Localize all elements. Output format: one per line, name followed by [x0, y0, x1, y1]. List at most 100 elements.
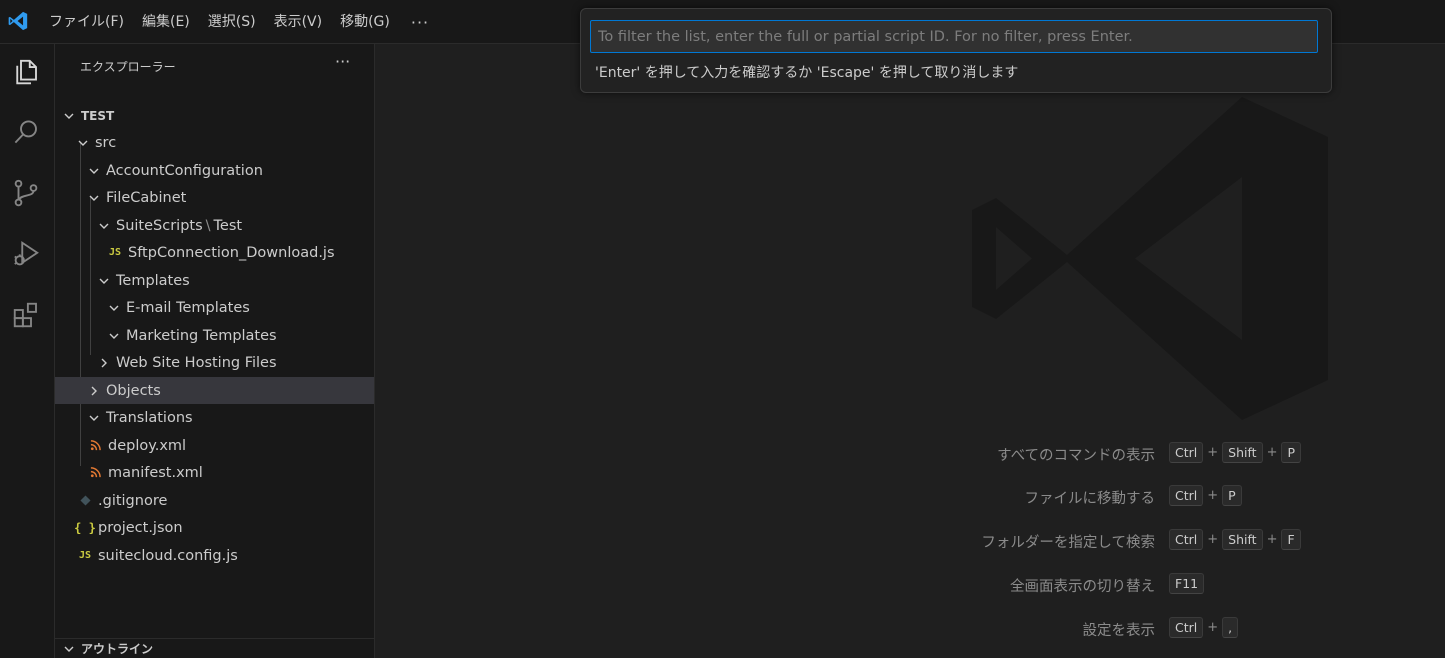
tree-item-manifest-xml[interactable]: manifest.xml [55, 459, 374, 486]
vscode-watermark-icon [972, 97, 1328, 420]
tree-item-objects[interactable]: Objects [55, 377, 374, 404]
keyboard-key: Ctrl [1169, 529, 1204, 550]
tree-item-label: Web Site Hosting Files [116, 354, 277, 371]
tree-item-label: SftpConnection_Download.js [128, 244, 335, 261]
chevron-down-icon [106, 328, 122, 344]
outline-title: アウトライン [81, 642, 154, 656]
keyboard-key: F [1281, 529, 1301, 550]
tree-item-suitescripts[interactable]: SuiteScripts \ Test [55, 212, 374, 239]
tree-item-marketing-templates[interactable]: Marketing Templates [55, 322, 374, 349]
extensions-icon[interactable] [8, 297, 44, 333]
menu-more-icon[interactable]: ··· [399, 13, 441, 32]
key-plus: + [1207, 620, 1219, 635]
chevron-down-icon [86, 410, 102, 426]
tree-item-suitecloud-config-js[interactable]: JS suitecloud.config.js [55, 542, 374, 569]
search-icon[interactable] [8, 114, 44, 150]
quick-input-widget: 'Enter' を押して入力を確認するか 'Escape' を押して取り消します [580, 8, 1332, 93]
path-separator: \ [205, 217, 211, 234]
shortcut-keys: F11 [1169, 573, 1205, 594]
editor-area: すべてのコマンドの表示 Ctrl + Shift + P ファイルに移動する Ctrl + P フォ… [375, 44, 1445, 658]
tree-item-label: Objects [106, 382, 161, 399]
explorer-icon[interactable] [8, 54, 44, 90]
chevron-down-icon [86, 190, 102, 206]
run-debug-icon[interactable] [8, 236, 44, 272]
chevron-down-icon [75, 135, 91, 151]
key-plus: + [1207, 488, 1219, 503]
vscode-logo-icon[interactable] [7, 10, 29, 32]
shortcut-label: フォルダーを指定して検索 [981, 535, 1155, 551]
explorer-more-icon[interactable]: ··· [335, 52, 350, 71]
shortcut-keys: Ctrl + Shift + P [1169, 442, 1302, 463]
chevron-down-icon [96, 218, 112, 234]
chevron-down-icon [86, 163, 102, 179]
tree-item-e-mail-templates[interactable]: E-mail Templates [55, 294, 374, 321]
menu-edit[interactable]: 編集(E) [133, 7, 199, 37]
keyboard-key: Ctrl [1169, 442, 1204, 463]
keyboard-key: Ctrl [1169, 617, 1204, 638]
tree-item-label: project.json [98, 519, 183, 536]
outline-section-header[interactable]: アウトライン [55, 638, 374, 658]
chevron-down-icon [61, 108, 77, 124]
activity-bar [0, 44, 55, 658]
shortcut-label: 設定を表示 [1082, 623, 1156, 639]
shortcut-keys: Ctrl +, [1169, 617, 1239, 638]
tree-item-project-json[interactable]: { } project.json [55, 514, 374, 541]
tree-item-accountconfiguration[interactable]: AccountConfiguration [55, 157, 374, 184]
tree-item-src[interactable]: src [55, 129, 374, 156]
tree-item-label-compact: Test [213, 217, 243, 234]
xml-file-icon [86, 465, 104, 481]
chevron-right-icon [86, 383, 102, 399]
json-file-icon: { } [74, 520, 96, 535]
shortcut-label: ファイルに移動する [1024, 491, 1156, 507]
tree-item-label: deploy.xml [108, 437, 187, 454]
tree-item-label: FileCabinet [106, 189, 187, 206]
shortcut-label: すべてのコマンドの表示 [997, 448, 1155, 464]
menu-view[interactable]: 表示(V) [265, 7, 332, 37]
tree-item-gitignore[interactable]: .gitignore [55, 487, 374, 514]
chevron-down-icon [106, 300, 122, 316]
key-plus: + [1266, 532, 1278, 547]
tree-item-test[interactable]: TEST [55, 102, 374, 129]
source-control-icon[interactable] [8, 175, 44, 211]
shortcut-keys: Ctrl + Shift + F [1169, 529, 1301, 550]
key-plus: + [1207, 445, 1219, 460]
explorer-sidebar: エクスプローラー ··· TEST src AccountConfiguration… [55, 44, 375, 658]
keyboard-key: F11 [1169, 573, 1205, 594]
git-file-icon [76, 493, 94, 509]
shortcut-keys: Ctrl + P [1169, 485, 1242, 506]
tree-item-templates[interactable]: Templates [55, 267, 374, 294]
key-plus: + [1207, 532, 1219, 547]
tree-item-label: AccountConfiguration [106, 162, 263, 179]
chevron-down-icon [96, 273, 112, 289]
tree-item-label: E-mail Templates [126, 299, 250, 316]
menu-bar: ファイル(F) 編集(E) 選択(S) 表示(V) 移動(G) ··· [40, 0, 441, 44]
tree-item-label: Marketing Templates [126, 327, 277, 344]
keyboard-key: , [1222, 617, 1239, 638]
tree-item-translations[interactable]: Translations [55, 404, 374, 431]
tree-item-label: TEST [81, 108, 115, 123]
javascript-file-icon: JS [78, 550, 92, 561]
tree-item-sftpconnection-download-js[interactable]: JS SftpConnection_Download.js [55, 239, 374, 266]
tree-item-label: .gitignore [98, 492, 168, 509]
tree-item-label: suitecloud.config.js [98, 547, 238, 564]
keyboard-key: Shift [1222, 529, 1263, 550]
explorer-title: エクスプローラー [80, 60, 176, 74]
xml-file-icon [86, 438, 104, 454]
script-id-filter-input[interactable] [590, 20, 1318, 53]
chevron-right-icon [96, 355, 112, 371]
key-plus: + [1266, 445, 1278, 460]
tree-item-filecabinet[interactable]: FileCabinet [55, 184, 374, 211]
menu-file[interactable]: ファイル(F) [40, 7, 133, 37]
menu-go[interactable]: 移動(G) [331, 7, 399, 37]
tree-item-label: manifest.xml [108, 464, 203, 481]
javascript-file-icon: JS [108, 247, 122, 258]
menu-selection[interactable]: 選択(S) [199, 7, 265, 37]
shortcut-label: 全画面表示の切り替え [1010, 579, 1155, 595]
tree-item-deploy-xml[interactable]: deploy.xml [55, 432, 374, 459]
quick-input-message: 'Enter' を押して入力を確認するか 'Escape' を押して取り消します [595, 65, 1019, 81]
tree-item-web-site-hosting-files[interactable]: Web Site Hosting Files [55, 349, 374, 376]
chevron-down-icon [61, 641, 77, 657]
keyboard-key: Ctrl [1169, 485, 1204, 506]
tree-item-label: Translations [106, 409, 193, 426]
tree-item-label: Templates [116, 272, 190, 289]
